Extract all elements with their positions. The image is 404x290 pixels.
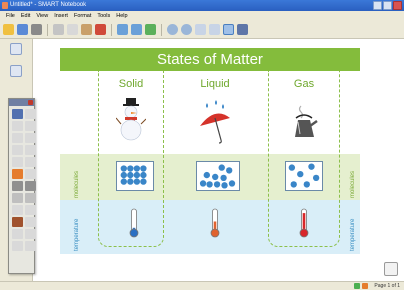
menu-file[interactable]: File <box>6 11 15 21</box>
menu-bar: File Edit View Insert Format Tools Help <box>0 11 404 21</box>
snowman-icon[interactable] <box>116 98 146 142</box>
screen-capture-icon[interactable] <box>25 217 36 227</box>
maximize-button[interactable] <box>383 1 392 10</box>
line-style-icon[interactable] <box>12 181 23 191</box>
status-bar: Page 1 of 1 <box>0 281 404 290</box>
solid-molecules-box[interactable] <box>116 161 154 191</box>
temperature-label-left: temperature <box>74 218 80 251</box>
grid-tool-icon[interactable] <box>12 193 23 203</box>
molecules-label-right: molecules <box>350 170 356 198</box>
menu-edit[interactable]: Edit <box>21 11 30 21</box>
previous-page-icon[interactable] <box>167 24 178 35</box>
palette-close-icon[interactable] <box>28 100 33 105</box>
window-title-bar: Untitled* - SMART Notebook <box>0 0 404 11</box>
screen-shade-icon[interactable] <box>237 24 248 35</box>
table-tool-icon[interactable] <box>25 193 36 203</box>
solid-thermometer <box>129 208 139 238</box>
pen-tool-icon[interactable] <box>25 109 36 119</box>
text-tool-icon[interactable] <box>12 157 23 167</box>
status-warning-icon <box>362 283 368 289</box>
creative-pen-icon[interactable] <box>12 121 23 131</box>
open-folder-icon[interactable] <box>3 24 14 35</box>
solid-heading: Solid <box>118 78 144 90</box>
capture-tool-icon[interactable] <box>12 217 23 227</box>
palette-title-bar[interactable] <box>9 99 34 106</box>
full-screen-icon[interactable] <box>223 24 234 35</box>
link-tool-icon[interactable] <box>12 205 23 215</box>
toolbar-divider <box>161 23 162 36</box>
gas-molecules-box[interactable] <box>285 161 323 191</box>
next-page-icon[interactable] <box>181 24 192 35</box>
line-width-icon[interactable] <box>25 181 36 191</box>
page-sorter-tab[interactable] <box>10 43 22 55</box>
status-ok-icon <box>354 283 360 289</box>
menu-insert[interactable]: Insert <box>54 11 68 21</box>
app-icon <box>2 2 8 9</box>
paste-icon[interactable] <box>81 24 92 35</box>
lock-tool-icon[interactable] <box>25 205 36 215</box>
molecules-label-left: molecules <box>74 170 80 198</box>
temperature-label-right: temperature <box>350 218 356 251</box>
liquid-molecules-box[interactable] <box>196 161 240 191</box>
page-title: States of Matter <box>60 48 360 71</box>
floating-tools-palette[interactable] <box>8 98 36 274</box>
gallery-tab[interactable] <box>10 65 22 77</box>
toolbar-divider <box>111 23 112 36</box>
line-tool-icon[interactable] <box>25 133 36 143</box>
color-swatch-icon[interactable] <box>12 169 23 179</box>
menu-view[interactable]: View <box>36 11 48 21</box>
toolbar-divider <box>47 23 48 36</box>
save-icon[interactable] <box>17 24 28 35</box>
eraser-icon[interactable] <box>12 133 23 143</box>
window-title: Untitled* - SMART Notebook <box>10 2 87 8</box>
liquid-thermometer <box>210 208 220 238</box>
undo-tool-icon[interactable] <box>12 229 23 239</box>
trash-icon[interactable] <box>384 262 398 276</box>
cut-icon[interactable] <box>53 24 64 35</box>
insert-page-icon[interactable] <box>145 24 156 35</box>
fill-tool-icon[interactable] <box>25 145 36 155</box>
notebook-page: States of Matter Solid Liquid Gas molecu… <box>60 48 360 272</box>
properties-icon[interactable] <box>25 157 36 167</box>
close-button[interactable] <box>393 1 402 10</box>
window-controls <box>373 1 402 10</box>
magic-pen-icon[interactable] <box>25 169 36 179</box>
zoom-out-icon[interactable] <box>195 24 206 35</box>
kettle-icon[interactable] <box>290 104 318 140</box>
minimize-button[interactable] <box>373 1 382 10</box>
main-toolbar <box>0 21 404 39</box>
print-icon[interactable] <box>31 24 42 35</box>
highlighter-icon[interactable] <box>25 121 36 131</box>
umbrella-icon[interactable] <box>198 100 232 144</box>
more-tools-icon[interactable] <box>12 241 23 251</box>
delete-icon[interactable] <box>95 24 106 35</box>
menu-format[interactable]: Format <box>74 11 91 21</box>
shape-tool-icon[interactable] <box>12 145 23 155</box>
redo-tool-icon[interactable] <box>25 229 36 239</box>
gas-thermometer <box>299 208 309 238</box>
redo-icon[interactable] <box>131 24 142 35</box>
undo-icon[interactable] <box>117 24 128 35</box>
select-tool-icon[interactable] <box>12 109 23 119</box>
zoom-in-icon[interactable] <box>209 24 220 35</box>
gas-heading: Gas <box>293 78 315 90</box>
menu-help[interactable]: Help <box>116 11 127 21</box>
liquid-heading: Liquid <box>200 78 230 90</box>
copy-icon[interactable] <box>67 24 78 35</box>
menu-tools[interactable]: Tools <box>97 11 110 21</box>
customize-tools-icon[interactable] <box>25 241 36 251</box>
page-indicator: Page 1 of 1 <box>374 283 400 289</box>
